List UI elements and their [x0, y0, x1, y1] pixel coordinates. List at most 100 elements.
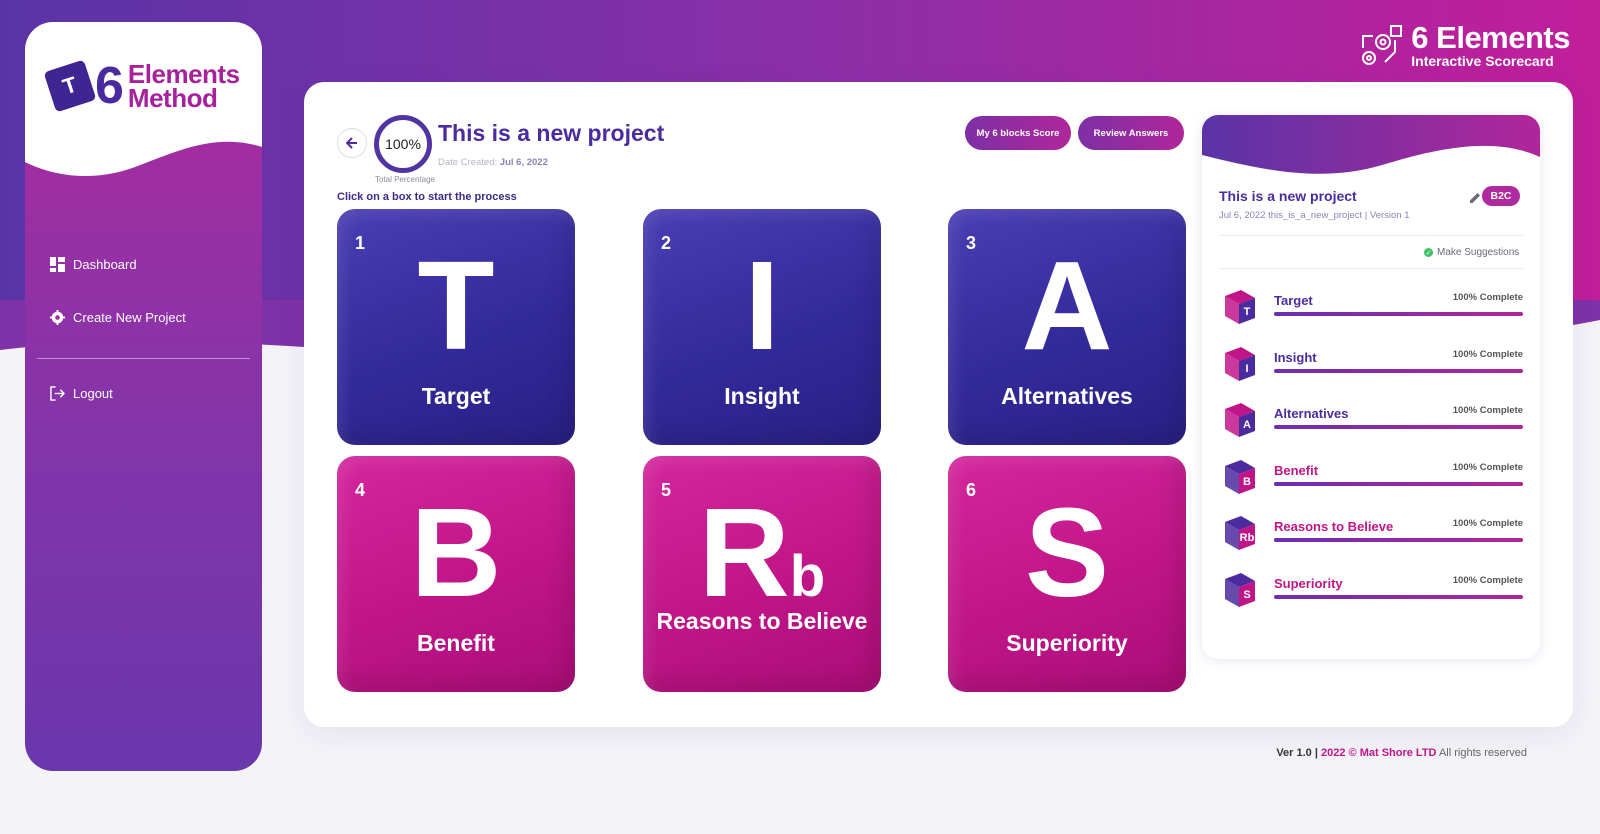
- element-cube-icon: A: [1225, 403, 1255, 437]
- svg-text:S: S: [1243, 589, 1250, 601]
- progress-status: 100% Complete: [1452, 405, 1523, 416]
- tile-name: Insight: [724, 383, 800, 409]
- version-label: Ver 1.0: [1276, 747, 1312, 759]
- progress-status: 100% Complete: [1452, 518, 1523, 529]
- date-created: Date Created: Jul 6, 2022: [438, 157, 548, 168]
- logo-number: 6: [95, 57, 124, 115]
- edit-pencil-icon[interactable]: [1468, 191, 1482, 205]
- sidebar-item-logout[interactable]: Logout: [37, 381, 250, 405]
- progress-row[interactable]: S Superiority 100% Complete: [1219, 567, 1523, 613]
- progress-bar: [1274, 538, 1523, 542]
- footer: Ver 1.0 | 2022 © Mat Shore LTD All right…: [1276, 747, 1527, 759]
- arrow-left-icon: [346, 137, 357, 149]
- tile-symbol: A: [1021, 235, 1113, 376]
- progress-label: Benefit: [1274, 462, 1319, 478]
- sidebar-item-label: Create New Project: [73, 309, 186, 325]
- progress-label: Insight: [1274, 349, 1317, 365]
- rights-text: All rights reserved: [1438, 747, 1527, 759]
- svg-text:B: B: [1243, 476, 1251, 488]
- gear-cluster-icon: [1355, 22, 1405, 70]
- copyright-text: 2022 © Mat Shore LTD: [1321, 747, 1437, 759]
- brand-logo-right: 6 Elements Interactive Scorecard: [1355, 22, 1570, 70]
- tile-target[interactable]: 1 T Target: [337, 209, 575, 445]
- progress-bar-fill: [1274, 481, 1523, 486]
- element-cube-icon: S: [1225, 572, 1255, 607]
- element-cube-icon: Rb: [1225, 516, 1255, 550]
- progress-bar-fill: [1274, 594, 1523, 599]
- date-created-value: Jul 6, 2022: [499, 157, 548, 168]
- tile-superiority[interactable]: 6 S Superiority: [948, 456, 1186, 692]
- progress-status: 100% Complete: [1452, 292, 1523, 303]
- sidebar-item-label: Logout: [73, 385, 113, 401]
- sidebar-item-create-project[interactable]: Create New Project: [37, 305, 250, 329]
- sidebar-item-label: Dashboard: [73, 256, 137, 272]
- panel-divider: [1219, 235, 1523, 236]
- tile-name: Superiority: [1006, 630, 1128, 656]
- svg-text:T: T: [1244, 306, 1251, 318]
- gear-icon: [49, 309, 65, 325]
- tile-name: Benefit: [417, 630, 495, 656]
- total-percentage-label: Total Percentage: [374, 175, 436, 184]
- progress-label: Alternatives: [1274, 406, 1349, 421]
- tile-symbol: T: [417, 235, 495, 376]
- progress-row[interactable]: A Alternatives 100% Complete: [1219, 397, 1523, 443]
- make-suggestions-link[interactable]: ✓ Make Suggestions: [1424, 247, 1519, 258]
- sidebar: T 6 Elements Method Dashboard Create New…: [25, 22, 262, 771]
- progress-bar-fill: [1274, 368, 1523, 373]
- tile-reasons-to-believe[interactable]: 5 Rb Reasons to Believe: [643, 456, 881, 692]
- progress-row[interactable]: I Insight 100% Complete: [1219, 341, 1523, 387]
- svg-text:Rb: Rb: [1240, 532, 1255, 544]
- progress-bar-fill: [1274, 425, 1523, 429]
- progress-bar: [1274, 368, 1523, 373]
- logo-cube-icon: T: [43, 59, 97, 113]
- progress-bar-fill: [1274, 538, 1523, 542]
- segment-badge: B2C: [1482, 186, 1520, 206]
- svg-text:A: A: [1243, 419, 1251, 431]
- progress-status: 100% Complete: [1452, 461, 1523, 473]
- dashboard-icon: [49, 256, 65, 272]
- progress-bar-fill: [1274, 312, 1523, 316]
- tile-name: Target: [421, 383, 491, 409]
- progress-bar: [1274, 312, 1523, 316]
- sidebar-nav: Dashboard Create New Project Logout: [37, 252, 250, 434]
- progress-label: Reasons to Believe: [1274, 519, 1394, 534]
- tile-name: Alternatives: [1001, 383, 1133, 409]
- instruction-text: Click on a box to start the process: [337, 191, 517, 203]
- review-answers-button[interactable]: Review Answers: [1078, 116, 1184, 150]
- progress-status: 100% Complete: [1452, 348, 1523, 360]
- logout-icon: [49, 385, 65, 401]
- progress-row[interactable]: T Target 100% Complete: [1219, 284, 1523, 330]
- total-percentage-ring: 100%: [374, 115, 432, 173]
- tile-name: Reasons to Believe: [656, 608, 868, 634]
- element-cube-icon: B: [1225, 459, 1255, 494]
- my-blocks-score-button[interactable]: My 6 blocks Score: [965, 116, 1071, 150]
- sidebar-divider: [37, 358, 250, 359]
- progress-bar: [1274, 594, 1523, 599]
- logo[interactable]: T 6 Elements Method: [43, 57, 240, 115]
- progress-row[interactable]: B Benefit 100% Complete: [1219, 454, 1523, 500]
- tile-benefit[interactable]: 4 B Benefit: [337, 456, 575, 692]
- progress-status: 100% Complete: [1452, 574, 1523, 586]
- check-circle-icon: ✓: [1424, 248, 1433, 257]
- logo-word-2: Method: [127, 83, 218, 113]
- svg-text:I: I: [1245, 363, 1248, 375]
- tile-symbol: S: [1024, 482, 1110, 623]
- back-button[interactable]: [337, 128, 367, 158]
- progress-row[interactable]: Rb Reasons to Believe 100% Complete: [1219, 510, 1523, 556]
- panel-divider: [1219, 268, 1523, 269]
- panel-header-background: [1202, 115, 1540, 174]
- brand-title: 6 Elements: [1411, 20, 1570, 55]
- progress-bar: [1274, 481, 1523, 486]
- total-percentage-value: 100%: [385, 136, 421, 152]
- progress-label: Target: [1274, 293, 1313, 308]
- tile-alternatives[interactable]: 3 A Alternatives: [948, 209, 1186, 445]
- tile-insight[interactable]: 2 I Insight: [643, 209, 881, 445]
- tile-symbol: I: [744, 235, 780, 376]
- panel-project-title: This is a new project: [1219, 188, 1357, 204]
- project-summary-panel: This is a new project B2C Jul 6, 2022 th…: [1202, 115, 1540, 659]
- progress-label: Superiority: [1274, 575, 1343, 591]
- sidebar-item-dashboard[interactable]: Dashboard: [37, 252, 250, 276]
- page-title: This is a new project: [438, 120, 665, 146]
- brand-subtitle: Interactive Scorecard: [1411, 53, 1554, 69]
- panel-project-meta: Jul 6, 2022 this_is_a_new_project | Vers…: [1219, 210, 1410, 221]
